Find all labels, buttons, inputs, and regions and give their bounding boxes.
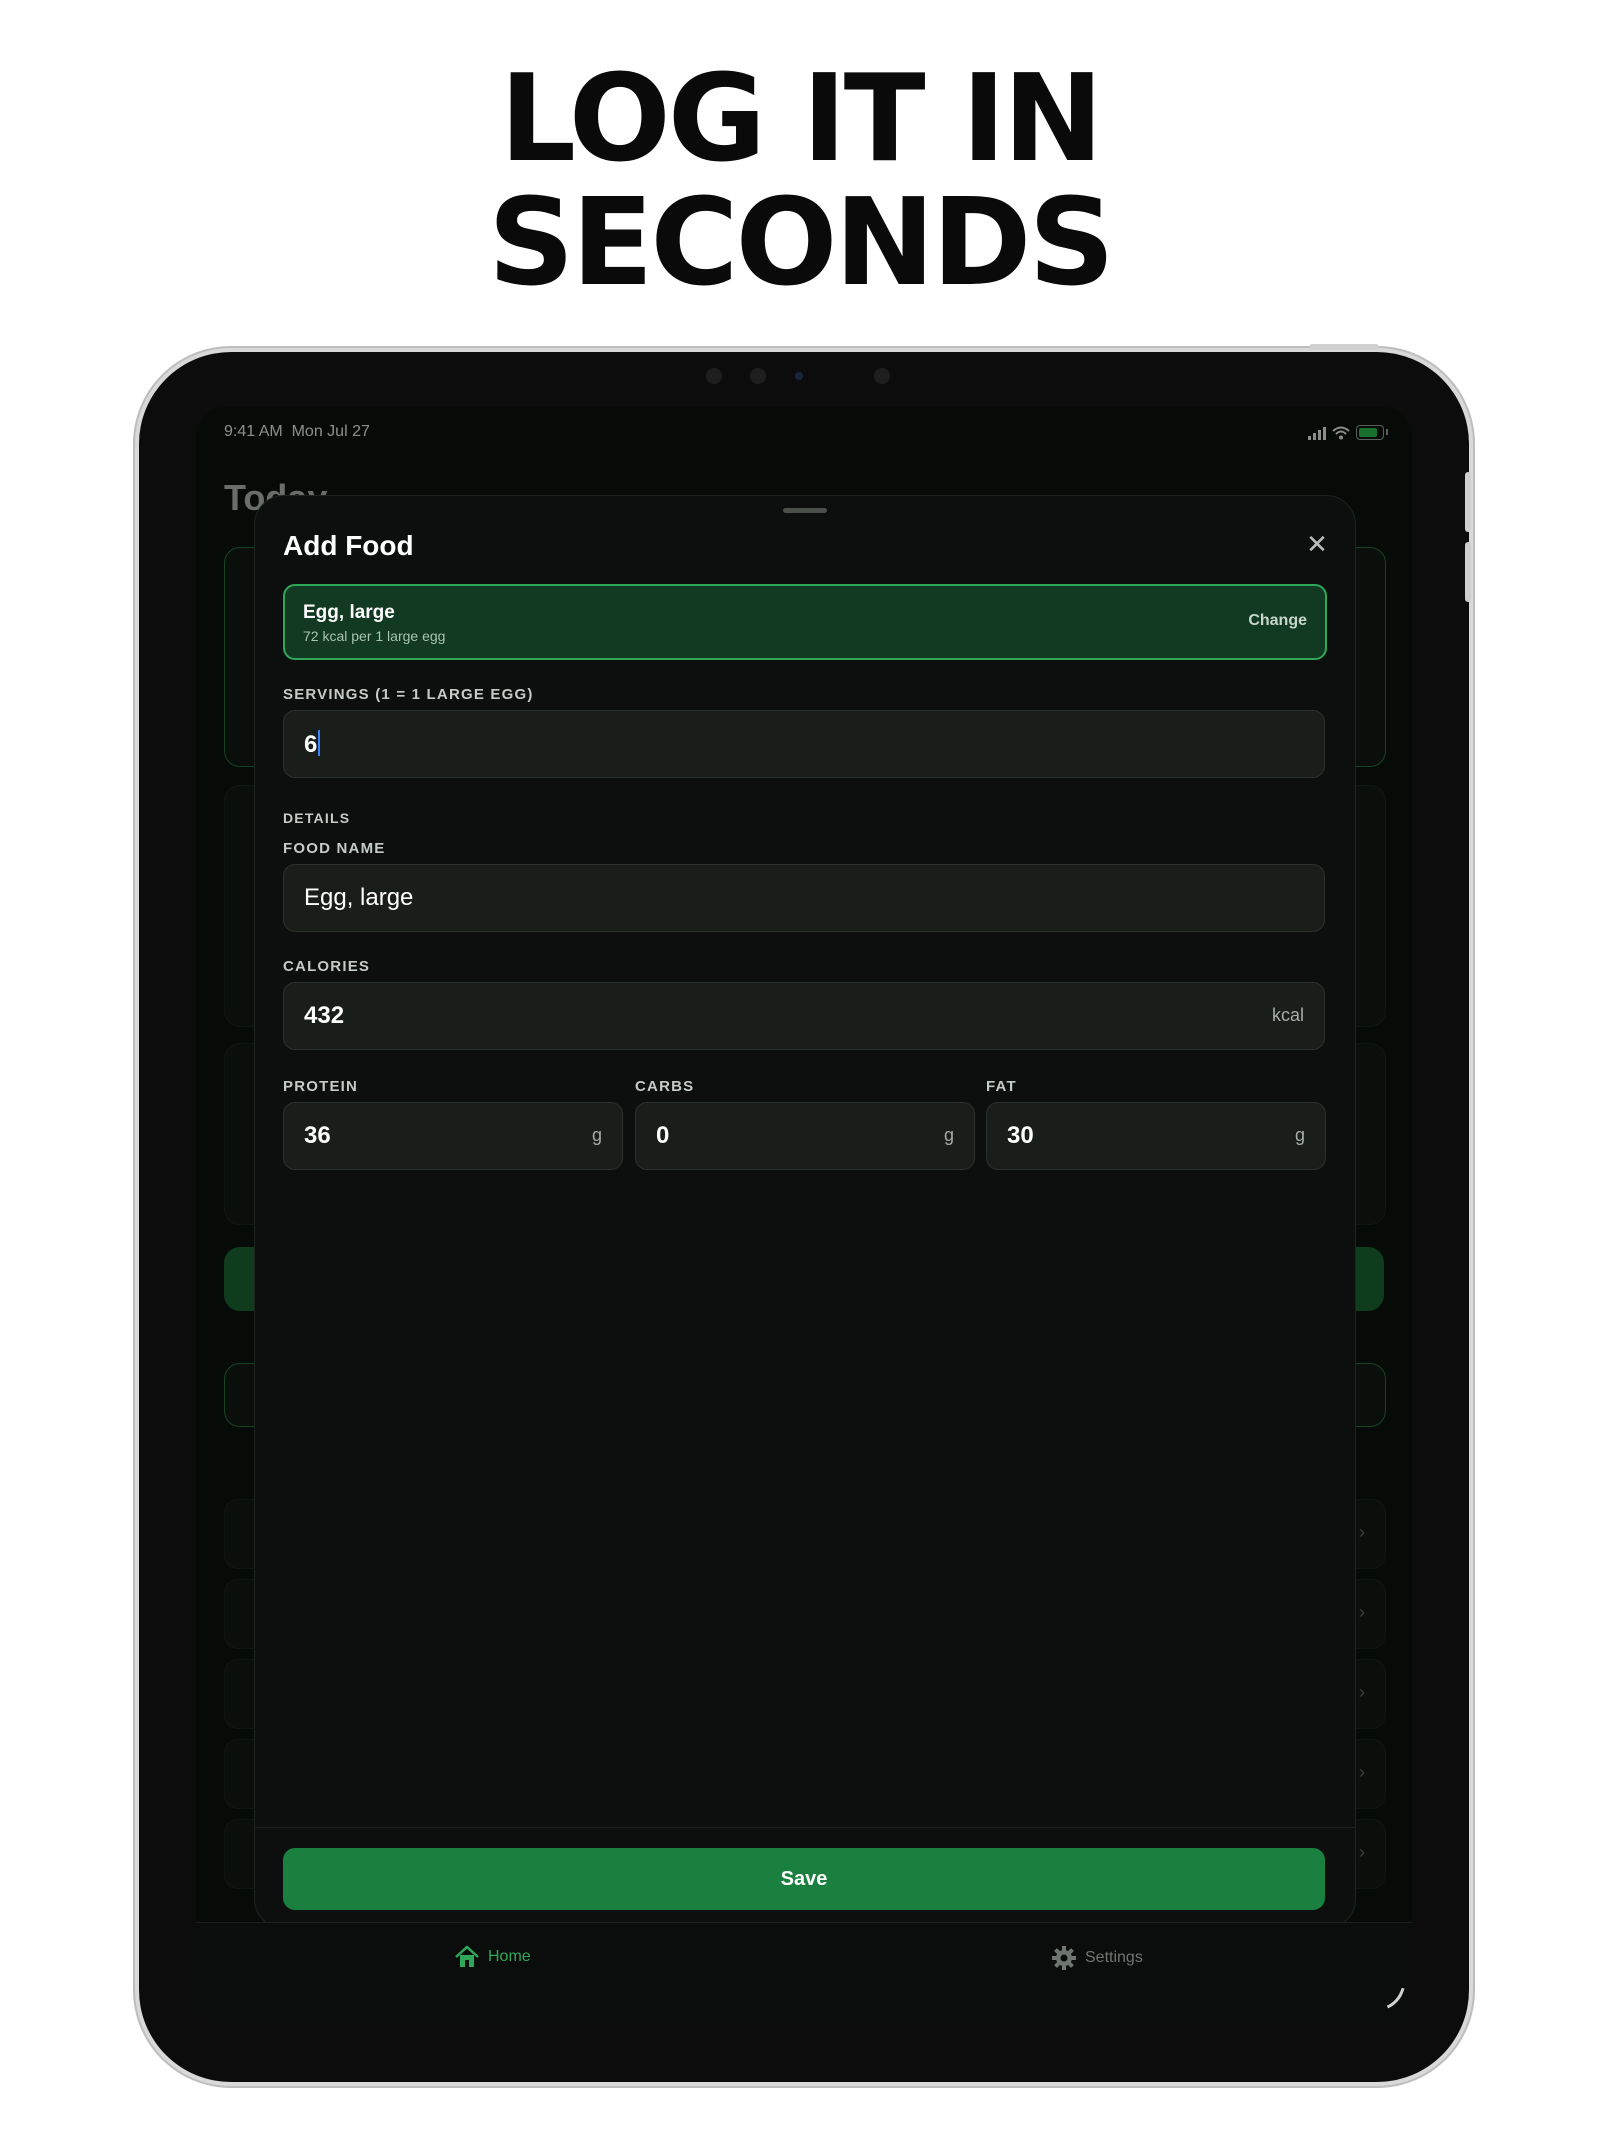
tab-settings[interactable]: Settings [1051, 1945, 1143, 1971]
carbs-label: CARBS [635, 1078, 695, 1095]
close-icon[interactable]: ✕ [1305, 531, 1329, 557]
sensor-icon [750, 368, 766, 384]
servings-value: 6 [304, 731, 318, 758]
camera-icon [795, 372, 803, 380]
carbs-unit: g [943, 1125, 954, 1145]
screen: 9:41 AM Mon Jul 27 Today › › › › › [196, 407, 1412, 2027]
calories-label: CALORIES [283, 958, 371, 975]
fat-unit: g [1294, 1125, 1305, 1145]
volume-down-button [1465, 542, 1471, 602]
food-name-value: Egg, large [304, 884, 414, 911]
selected-food-detail: 72 kcal per 1 large egg [303, 628, 446, 644]
selected-food-card[interactable]: Egg, large 72 kcal per 1 large egg Chang… [283, 584, 1327, 660]
fat-label: FAT [986, 1078, 1017, 1095]
sheet-divider [255, 1827, 1355, 1828]
carbs-input[interactable]: 0 g [635, 1102, 975, 1170]
protein-label: PROTEIN [283, 1078, 359, 1095]
calories-unit: kcal [1271, 1005, 1304, 1025]
details-section-label: DETAILS [283, 810, 351, 826]
sheet-grabber[interactable] [783, 508, 827, 513]
sheet-title: Add Food [283, 530, 414, 561]
fat-value: 30 [1007, 1122, 1034, 1149]
add-food-sheet: Add Food ✕ Egg, large 72 kcal per 1 larg… [254, 495, 1356, 1929]
headline-line-1: LOG IT IN [499, 50, 1104, 189]
gear-icon [1052, 1946, 1076, 1970]
house-icon [455, 1945, 479, 1967]
power-button [1309, 344, 1379, 350]
servings-input[interactable]: 6 [283, 710, 1325, 778]
sensor-icon [874, 368, 890, 384]
protein-value: 36 [304, 1122, 331, 1149]
change-food-button[interactable]: Change [1248, 612, 1307, 630]
tab-home-label: Home [488, 1948, 531, 1965]
headline: LOG IT IN SECONDS [0, 58, 1600, 306]
tablet-device: 9:41 AM Mon Jul 27 Today › › › › › [139, 344, 1471, 2082]
tab-settings-label: Settings [1085, 1949, 1143, 1966]
sensor-icon [706, 368, 722, 384]
food-name-input[interactable]: Egg, large [283, 864, 1325, 932]
selected-food-name: Egg, large [303, 602, 395, 623]
text-cursor [318, 730, 321, 756]
headline-line-2: SECONDS [488, 174, 1115, 313]
fat-input[interactable]: 30 g [986, 1102, 1326, 1170]
tab-bar: Home Settings [196, 1922, 1412, 2027]
protein-unit: g [591, 1125, 602, 1145]
carbs-value: 0 [656, 1122, 670, 1149]
tab-home[interactable]: Home [454, 1945, 531, 1969]
food-name-label: FOOD NAME [283, 840, 386, 857]
corner-indicator [1362, 1977, 1405, 2020]
servings-label: SERVINGS (1 = 1 LARGE EGG) [283, 686, 534, 703]
protein-input[interactable]: 36 g [283, 1102, 623, 1170]
volume-up-button [1465, 472, 1471, 532]
calories-value: 432 [304, 1002, 345, 1029]
calories-input[interactable]: 432 kcal [283, 982, 1325, 1050]
save-button[interactable]: Save [283, 1848, 1325, 1910]
